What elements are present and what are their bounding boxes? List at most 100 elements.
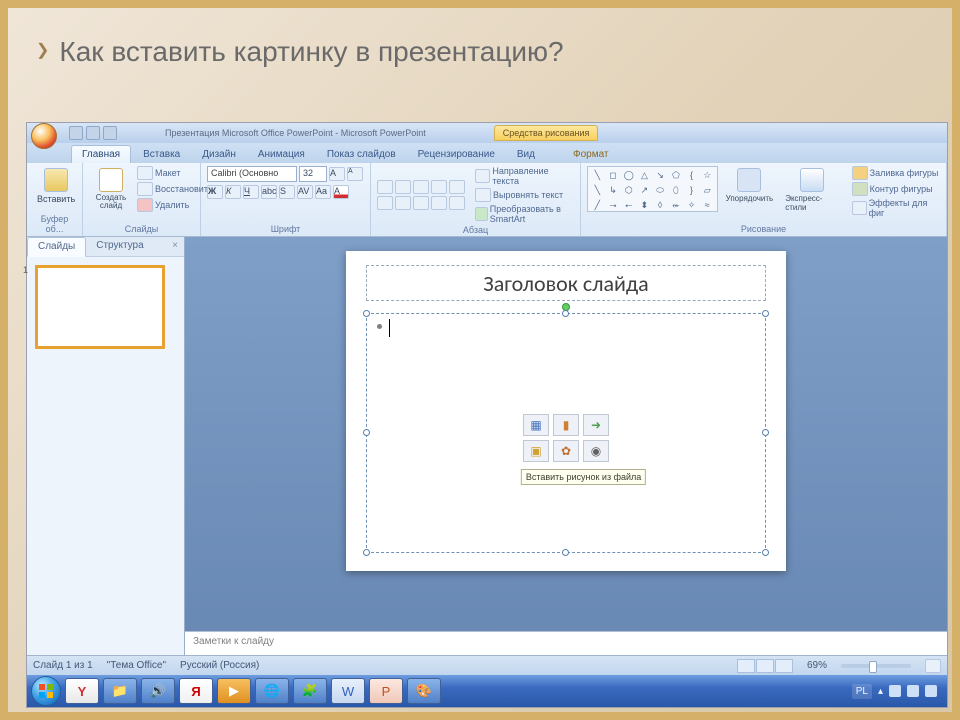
indent-dec-icon[interactable] <box>413 180 429 194</box>
quick-styles-button[interactable]: Экспресс-стили <box>781 166 843 218</box>
resize-handle-s[interactable] <box>562 549 569 556</box>
bold-button[interactable]: Ж <box>207 185 223 199</box>
align-text-button[interactable]: Выровнять текст <box>475 188 574 202</box>
zoom-slider[interactable] <box>841 664 911 668</box>
spacing-button[interactable]: AV <box>297 185 313 199</box>
panel-tab-slides[interactable]: Слайды <box>27 237 86 257</box>
case-button[interactable]: Aa <box>315 185 331 199</box>
indent-inc-icon[interactable] <box>431 180 447 194</box>
taskbar-mediaplayer-icon[interactable]: ▶ <box>217 678 251 704</box>
numbering-icon[interactable] <box>395 180 411 194</box>
view-slideshow-icon[interactable] <box>775 659 793 673</box>
shapes-gallery[interactable]: ╲◻◯△↘⬠{☆ ╲↳⬡↗⬭⬯}▱ ╱⭢⭠⬍◊⬰✧≈ <box>587 166 718 212</box>
qat-redo-icon[interactable] <box>103 126 117 140</box>
quick-access-toolbar[interactable] <box>69 126 117 140</box>
resize-handle-ne[interactable] <box>762 310 769 317</box>
shadow-button[interactable]: S <box>279 185 295 199</box>
shape-fill-icon <box>852 166 868 180</box>
shape-outline-button[interactable]: Контур фигуры <box>852 182 940 196</box>
resize-handle-nw[interactable] <box>363 310 370 317</box>
bullets-icon[interactable] <box>377 180 393 194</box>
text-direction-button[interactable]: Направление текста <box>475 166 574 186</box>
resize-handle-sw[interactable] <box>363 549 370 556</box>
tab-format[interactable]: Формат <box>563 146 619 163</box>
italic-button[interactable]: К <box>225 185 241 199</box>
insert-chart-icon[interactable]: ▮ <box>553 414 579 436</box>
slide-stage[interactable]: Заголовок слайда <box>185 237 947 631</box>
slide-canvas[interactable]: Заголовок слайда <box>346 251 786 571</box>
tray-volume-icon[interactable] <box>925 685 937 697</box>
tray-chevron-icon[interactable]: ▴ <box>878 686 883 697</box>
resize-handle-w[interactable] <box>363 429 370 436</box>
columns-icon[interactable] <box>449 196 465 210</box>
align-right-icon[interactable] <box>413 196 429 210</box>
underline-button[interactable]: Ч <box>243 185 259 199</box>
status-language[interactable]: Русский (Россия) <box>180 660 259 671</box>
insert-picture-icon[interactable]: ▣ <box>523 440 549 462</box>
start-button[interactable] <box>31 676 61 706</box>
title-placeholder-text: Заголовок слайда <box>483 270 648 297</box>
slides-panel: Слайды Структура × 1 <box>27 237 185 655</box>
taskbar-yandex-icon[interactable]: Y <box>65 678 99 704</box>
tray-flag-icon[interactable] <box>889 685 901 697</box>
content-placeholder[interactable]: ▦ ▮ ➜ ▣ ✿ ◉ Вставить рисунок из файла <box>366 313 766 553</box>
smartart-button[interactable]: Преобразовать в SmartArt <box>475 204 574 224</box>
office-button[interactable] <box>31 123 57 149</box>
qat-undo-icon[interactable] <box>86 126 100 140</box>
insert-table-icon[interactable]: ▦ <box>523 414 549 436</box>
reset-icon <box>137 182 153 196</box>
font-size-combo[interactable]: 32 <box>299 166 327 182</box>
tab-review[interactable]: Рецензирование <box>408 146 505 163</box>
group-slides: Создать слайд Макет Восстановить Удалить… <box>83 163 201 236</box>
tab-slideshow[interactable]: Показ слайдов <box>317 146 406 163</box>
insert-media-icon[interactable]: ◉ <box>583 440 609 462</box>
grow-font-icon[interactable]: A <box>329 167 345 181</box>
taskbar-yandex2-icon[interactable]: Я <box>179 678 213 704</box>
font-color-button[interactable]: A <box>333 185 349 199</box>
linespacing-icon[interactable] <box>449 180 465 194</box>
window-titlebar: Презентация Microsoft Office PowerPoint … <box>27 123 947 143</box>
align-left-icon[interactable] <box>377 196 393 210</box>
insert-smartart-icon[interactable]: ➜ <box>583 414 609 436</box>
arrange-button[interactable]: Упорядочить <box>722 166 778 218</box>
slide-thumbnail-1[interactable] <box>35 265 165 349</box>
title-placeholder[interactable]: Заголовок слайда <box>366 265 766 301</box>
tab-animations[interactable]: Анимация <box>248 146 315 163</box>
tab-view[interactable]: Вид <box>507 146 545 163</box>
view-sorter-icon[interactable] <box>756 659 774 673</box>
taskbar-app1-icon[interactable]: 🧩 <box>293 678 327 704</box>
language-indicator[interactable]: PL <box>852 684 872 699</box>
contextual-tab-drawing-tools[interactable]: Средства рисования <box>494 125 599 141</box>
resize-handle-n[interactable] <box>562 310 569 317</box>
panel-tab-outline[interactable]: Структура <box>86 237 153 256</box>
notes-pane[interactable]: Заметки к слайду <box>185 631 947 655</box>
taskbar-sound-icon[interactable]: 🔊 <box>141 678 175 704</box>
qat-save-icon[interactable] <box>69 126 83 140</box>
panel-close-button[interactable]: × <box>166 237 184 256</box>
align-center-icon[interactable] <box>395 196 411 210</box>
tab-home[interactable]: Главная <box>71 145 131 163</box>
shape-fill-button[interactable]: Заливка фигуры <box>852 166 940 180</box>
shrink-font-icon[interactable]: A <box>347 167 363 181</box>
taskbar-ie-icon[interactable]: 🌐 <box>255 678 289 704</box>
tab-insert[interactable]: Вставка <box>133 146 190 163</box>
arrange-label: Упорядочить <box>726 194 774 203</box>
tray-network-icon[interactable] <box>907 685 919 697</box>
view-normal-icon[interactable] <box>737 659 755 673</box>
taskbar-paint-icon[interactable]: 🎨 <box>407 678 441 704</box>
taskbar-word-icon[interactable]: W <box>331 678 365 704</box>
resize-handle-se[interactable] <box>762 549 769 556</box>
new-slide-button[interactable]: Создать слайд <box>89 166 133 212</box>
strike-button[interactable]: abc <box>261 185 277 199</box>
resize-handle-e[interactable] <box>762 429 769 436</box>
taskbar-explorer-icon[interactable]: 📁 <box>103 678 137 704</box>
insert-clipart-icon[interactable]: ✿ <box>553 440 579 462</box>
zoom-percent[interactable]: 69% <box>807 660 827 671</box>
font-name-combo[interactable]: Calibri (Основно <box>207 166 297 182</box>
taskbar-powerpoint-icon[interactable]: P <box>369 678 403 704</box>
align-justify-icon[interactable] <box>431 196 447 210</box>
paste-button[interactable]: Вставить <box>33 166 79 206</box>
shape-effects-button[interactable]: Эффекты для фиг <box>852 198 940 218</box>
tab-design[interactable]: Дизайн <box>192 146 246 163</box>
fit-to-window-icon[interactable] <box>925 659 941 673</box>
